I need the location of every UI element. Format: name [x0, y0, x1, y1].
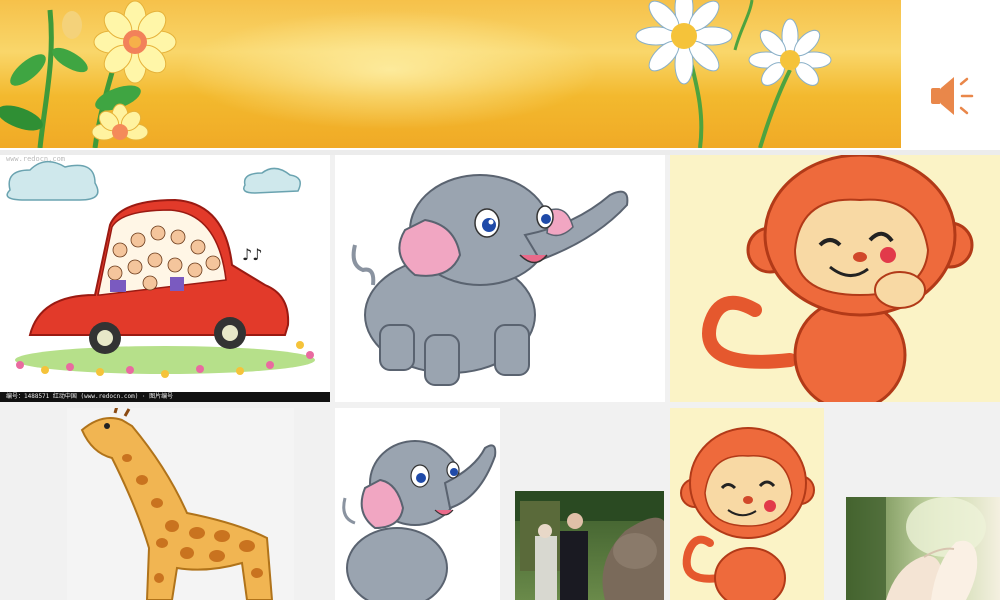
banner-flowers — [0, 0, 832, 148]
giraffe-image — [80, 408, 274, 600]
tile-elephant[interactable] — [335, 155, 665, 402]
car-with-people-image: ♪♪ — [6, 161, 315, 378]
tile-car-with-people[interactable]: www.redocn.com ♪♪ 编号：1488571 红动中国 (www.r… — [0, 155, 330, 402]
people-with-elephant-photo-image — [515, 491, 664, 600]
svg-text:♪♪: ♪♪ — [242, 245, 262, 264]
elephant-image — [351, 174, 629, 386]
header-banner — [0, 0, 901, 148]
hands-photo-image — [846, 497, 986, 600]
monkey-image — [702, 155, 974, 402]
tile-elephant-small[interactable] — [335, 408, 500, 600]
tile-hands-photo[interactable] — [846, 497, 1000, 600]
tile-people-with-elephant-photo[interactable] — [515, 491, 664, 600]
speaker-icon — [931, 77, 974, 115]
audio-toggle-button[interactable] — [928, 72, 976, 120]
tile-monkey-small[interactable] — [670, 408, 824, 600]
monkey-small-image — [680, 427, 815, 600]
elephant-small-image — [342, 440, 497, 600]
tile-monkey[interactable] — [670, 155, 1000, 402]
watermark: www.redocn.com — [6, 155, 66, 163]
image-caption: 编号：1488571 红动中国 (www.redocn.com) · 图片编号 — [0, 392, 330, 402]
tile-giraffe[interactable] — [67, 408, 294, 600]
